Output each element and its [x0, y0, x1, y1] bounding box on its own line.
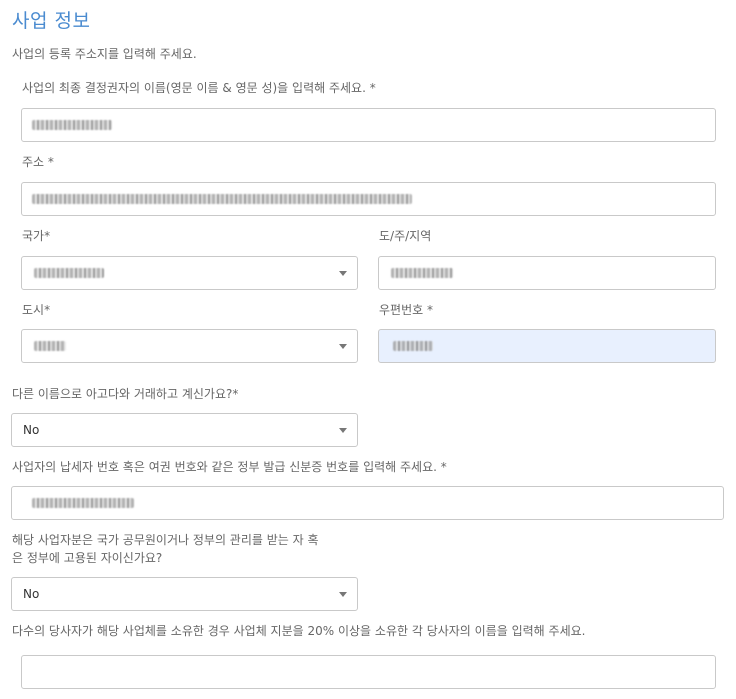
- redacted-value: [32, 498, 134, 508]
- redacted-value: [32, 194, 412, 204]
- owners-label: 다수의 당사자가 해당 사업체를 소유한 경우 사업체 지분을 20% 이상을 …: [12, 624, 586, 638]
- address-input[interactable]: [21, 182, 716, 216]
- owners-input[interactable]: [21, 655, 716, 689]
- city-label: 도시*: [22, 303, 51, 317]
- chevron-down-icon: [339, 271, 347, 276]
- other-name-select[interactable]: No: [11, 413, 358, 447]
- gov-official-select[interactable]: No: [11, 577, 358, 611]
- gov-official-label-line1: 해당 사업자분은 국가 공무원이거나 정부의 관리를 받는 자 혹: [12, 533, 319, 547]
- country-select[interactable]: [21, 256, 358, 290]
- section-subtitle: 사업의 등록 주소지를 입력해 주세요.: [12, 47, 197, 61]
- chevron-down-icon: [339, 344, 347, 349]
- city-select[interactable]: [21, 329, 358, 363]
- other-name-label: 다른 이름으로 아고다와 거래하고 계신가요?*: [12, 387, 239, 401]
- redacted-value: [32, 120, 112, 130]
- address-label: 주소 *: [22, 155, 54, 169]
- postal-input[interactable]: [378, 329, 716, 363]
- section-title: 사업 정보: [12, 10, 91, 32]
- gov-official-value: No: [23, 587, 40, 601]
- tax-id-input[interactable]: [11, 486, 724, 520]
- gov-official-label-line2: 은 정부에 고용된 자이신가요?: [12, 551, 163, 565]
- redacted-value: [391, 268, 453, 278]
- other-name-value: No: [23, 423, 40, 437]
- region-input[interactable]: [378, 256, 716, 290]
- redacted-value: [34, 268, 104, 278]
- decision-maker-input[interactable]: [21, 108, 716, 142]
- postal-label: 우편번호 *: [379, 303, 433, 317]
- country-label: 국가*: [22, 229, 51, 243]
- decision-maker-label: 사업의 최종 결정권자의 이름(영문 이름 & 영문 성)을 입력해 주세요. …: [22, 81, 376, 95]
- region-label: 도/주/지역: [379, 229, 432, 243]
- redacted-value: [393, 341, 433, 351]
- chevron-down-icon: [339, 592, 347, 597]
- tax-id-label: 사업자의 납세자 번호 혹은 여권 번호와 같은 정부 발급 신분증 번호를 입…: [12, 460, 447, 474]
- chevron-down-icon: [339, 428, 347, 433]
- redacted-value: [34, 341, 66, 351]
